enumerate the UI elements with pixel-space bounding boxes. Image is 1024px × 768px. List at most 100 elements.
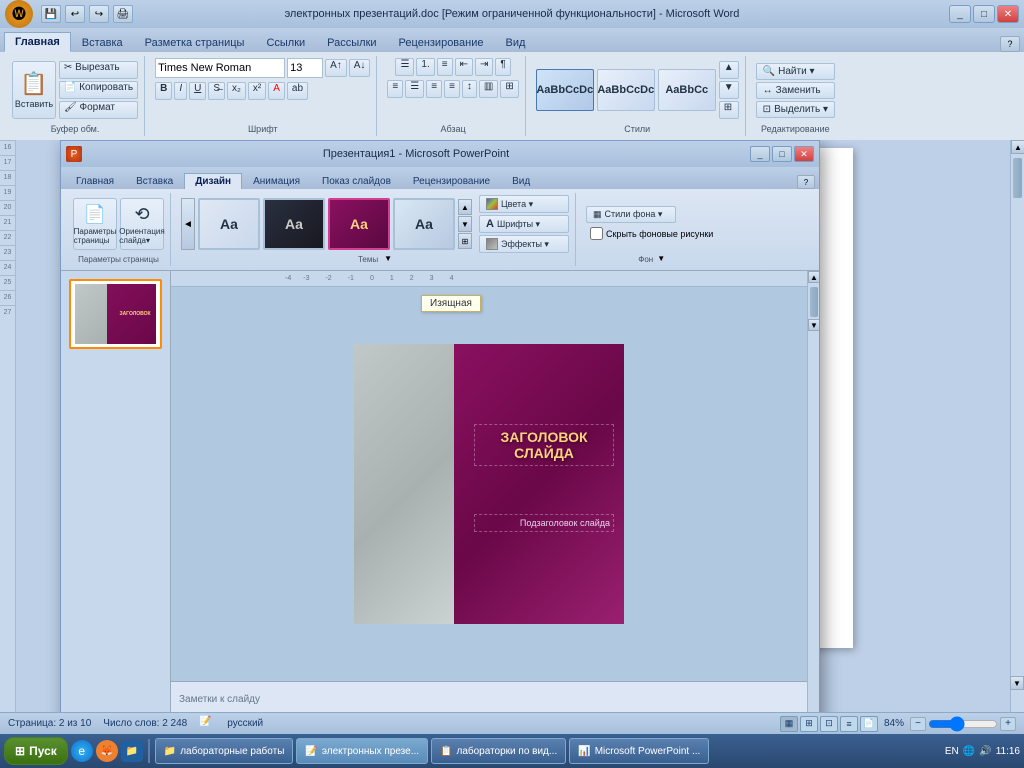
- colors-btn[interactable]: Цвета ▾: [479, 195, 569, 213]
- bg-expand-btn[interactable]: ▼: [657, 254, 665, 263]
- show-hide-btn[interactable]: ¶: [495, 58, 510, 76]
- border-btn[interactable]: ⊞: [500, 80, 518, 98]
- font-color-btn[interactable]: A: [268, 82, 285, 100]
- scroll-down-btn[interactable]: ▼: [1010, 676, 1024, 690]
- ppt-tab-slideshow[interactable]: Показ слайдов: [311, 173, 402, 189]
- styles-down-btn[interactable]: ▼: [719, 81, 739, 99]
- tray-network-icon[interactable]: 🌐: [963, 746, 975, 757]
- sub-btn[interactable]: x₂: [227, 82, 246, 100]
- print-quick-btn[interactable]: 🖨: [113, 5, 133, 23]
- taskbar-item-labworks[interactable]: 📁 лабораторные работы: [155, 738, 294, 764]
- firefox-icon[interactable]: 🦊: [96, 740, 118, 762]
- minimize-button[interactable]: _: [949, 5, 971, 23]
- redo-quick-btn[interactable]: ↪: [89, 5, 109, 23]
- ie-icon[interactable]: e: [71, 740, 93, 762]
- line-spacing-btn[interactable]: ↕: [462, 80, 477, 98]
- paste-button[interactable]: 📋 Вставить: [12, 61, 56, 119]
- theme-purple[interactable]: Aa: [328, 198, 390, 250]
- tab-view[interactable]: Вид: [495, 33, 537, 52]
- multilevel-btn[interactable]: ≡: [437, 58, 453, 76]
- ppt-help-btn[interactable]: ?: [797, 175, 815, 189]
- word-view-full-btn[interactable]: ⊞: [800, 716, 818, 732]
- highlight-btn[interactable]: ab: [287, 82, 308, 100]
- word-zoom-in-btn[interactable]: +: [1000, 717, 1016, 731]
- ppt-slide-area[interactable]: Изящная ЗАГОЛОВОК СЛАЙДА Подзаголовок сл…: [171, 287, 807, 681]
- word-view-draft-btn[interactable]: 📄: [860, 716, 878, 732]
- theme-up-btn[interactable]: ▲: [458, 199, 472, 215]
- tray-sound-icon[interactable]: 🔊: [979, 746, 991, 757]
- sup-btn[interactable]: x²: [248, 82, 266, 100]
- copy-button[interactable]: 📄 Копировать: [59, 81, 138, 99]
- bullets-btn[interactable]: ☰: [395, 58, 414, 76]
- word-view-print-btn[interactable]: ▦: [780, 716, 798, 732]
- taskbar-item-pres[interactable]: 📝 электронных презе...: [296, 738, 428, 764]
- shrink-font-btn[interactable]: A↓: [349, 59, 371, 77]
- ppt-slide-thumb-1[interactable]: ЗАГОЛОВОК: [69, 279, 162, 349]
- office-button[interactable]: 🅦: [5, 0, 33, 28]
- word-view-web-btn[interactable]: ⊡: [820, 716, 838, 732]
- align-center-btn[interactable]: ☰: [405, 80, 424, 98]
- themes-expand-btn[interactable]: ▼: [384, 254, 392, 263]
- grow-font-btn[interactable]: A↑: [325, 59, 347, 77]
- word-zoom-out-btn[interactable]: −: [910, 717, 926, 731]
- ppt-tab-insert[interactable]: Вставка: [125, 173, 184, 189]
- page-setup-btn[interactable]: 📄 Параметрыстраницы: [73, 198, 117, 250]
- slide-title[interactable]: ЗАГОЛОВОК СЛАЙДА: [474, 424, 614, 466]
- format-painter-button[interactable]: 🖌 Формат: [59, 101, 138, 119]
- font-size-input[interactable]: [287, 58, 323, 78]
- theme-dark[interactable]: Aa: [263, 198, 325, 250]
- tab-mailings[interactable]: Рассылки: [316, 33, 387, 52]
- style-no-space[interactable]: AaBbCcDc: [597, 69, 655, 111]
- start-button[interactable]: ⊞ Пуск: [4, 737, 68, 765]
- undo-quick-btn[interactable]: ↩: [65, 5, 85, 23]
- bg-styles-btn[interactable]: ▦ Стили фона ▾: [586, 206, 676, 223]
- close-button[interactable]: ✕: [997, 5, 1019, 23]
- explorer-icon[interactable]: 📁: [121, 740, 143, 762]
- theme-prev-btn[interactable]: ◄: [181, 198, 195, 250]
- replace-button[interactable]: ↔ Заменить: [756, 82, 835, 99]
- style-normal[interactable]: AaBbCcDc: [536, 69, 594, 111]
- ppt-minimize-btn[interactable]: _: [750, 146, 770, 162]
- ppt-close-btn[interactable]: ✕: [794, 146, 814, 162]
- align-left-btn[interactable]: ≡: [387, 80, 403, 98]
- theme-plain-2[interactable]: Aa: [393, 198, 455, 250]
- ppt-scroll-up-btn[interactable]: ▲: [808, 271, 819, 283]
- find-button[interactable]: 🔍 Найти ▾: [756, 63, 835, 80]
- style-heading1[interactable]: AaBbCc: [658, 69, 716, 111]
- ppt-tab-home[interactable]: Главная: [65, 173, 125, 189]
- tab-review[interactable]: Рецензирование: [388, 33, 495, 52]
- tab-insert[interactable]: Вставка: [71, 33, 134, 52]
- theme-plain-1[interactable]: Aa: [198, 198, 260, 250]
- styles-more-btn[interactable]: ⊞: [719, 101, 739, 119]
- tab-references[interactable]: Ссылки: [255, 33, 316, 52]
- taskbar-item-vid[interactable]: 📋 лабораторки по вид...: [431, 738, 566, 764]
- bold-btn[interactable]: B: [155, 82, 172, 100]
- ppt-scrollbar-v[interactable]: ▲ ▼: [807, 271, 819, 712]
- ppt-scroll-thumb[interactable]: [810, 287, 818, 317]
- theme-more-btn[interactable]: ⊞: [458, 233, 472, 249]
- tab-home[interactable]: Главная: [4, 32, 71, 52]
- save-quick-btn[interactable]: 💾: [41, 5, 61, 23]
- ppt-tab-animation[interactable]: Анимация: [242, 173, 311, 189]
- font-name-input[interactable]: [155, 58, 285, 78]
- ppt-tab-design[interactable]: Дизайн: [184, 173, 242, 189]
- taskbar-item-ppt[interactable]: 📊 Microsoft PowerPoint ...: [569, 738, 709, 764]
- shading-btn[interactable]: ▥: [479, 80, 498, 98]
- hide-bg-checkbox[interactable]: [590, 227, 603, 240]
- align-right-btn[interactable]: ≡: [426, 80, 442, 98]
- maximize-button[interactable]: □: [973, 5, 995, 23]
- ppt-maximize-btn[interactable]: □: [772, 146, 792, 162]
- word-scrollbar-v[interactable]: ▲ ▼: [1010, 140, 1024, 712]
- select-button[interactable]: ⊡ Выделить ▾: [756, 101, 835, 118]
- ppt-tab-review[interactable]: Рецензирование: [402, 173, 501, 189]
- styles-up-btn[interactable]: ▲: [719, 61, 739, 79]
- cut-button[interactable]: ✂ Вырезать: [59, 61, 138, 79]
- decrease-indent-btn[interactable]: ⇤: [455, 58, 473, 76]
- fonts-btn[interactable]: A Шрифты ▾: [479, 215, 569, 233]
- theme-down-btn[interactable]: ▼: [458, 216, 472, 232]
- slide-orientation-btn[interactable]: ⟲ Ориентацияслайда▾: [120, 198, 164, 250]
- italic-btn[interactable]: I: [174, 82, 187, 100]
- ppt-notes-area[interactable]: Заметки к слайду: [171, 681, 807, 712]
- slide-subtitle[interactable]: Подзаголовок слайда: [474, 514, 614, 532]
- strikethrough-btn[interactable]: S̶: [208, 82, 225, 100]
